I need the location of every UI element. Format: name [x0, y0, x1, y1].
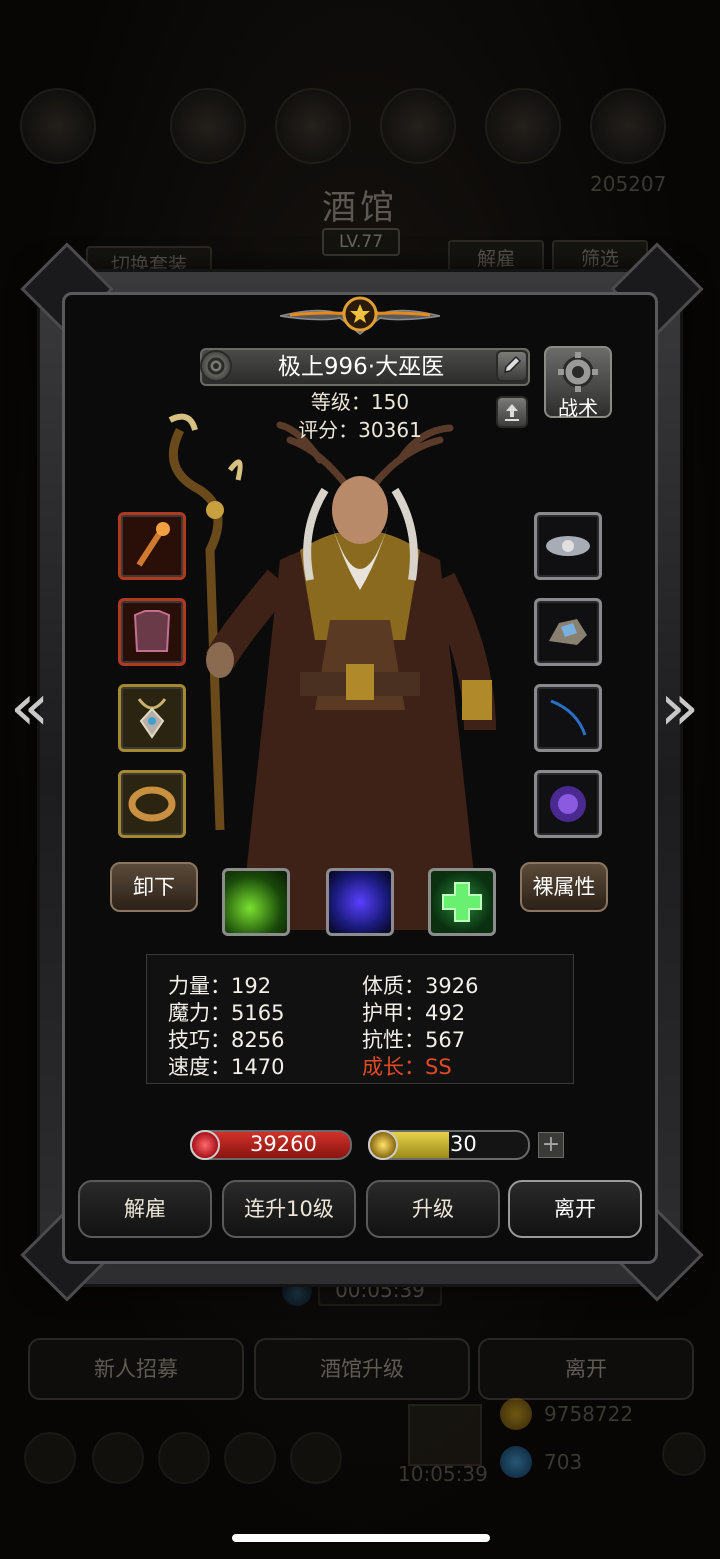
- settings-gear-icon[interactable]: [200, 350, 232, 382]
- equip-slot-weapon[interactable]: [118, 512, 186, 580]
- hero-score: 评分：30361: [298, 418, 422, 442]
- gold-amount: 9758722: [544, 1402, 634, 1426]
- menu-icon-4: [485, 88, 561, 164]
- stat-resist: 抗性：567: [362, 1028, 466, 1052]
- gem-amount: 703: [544, 1450, 583, 1474]
- bottom-nav-icon-4[interactable]: [224, 1432, 276, 1484]
- equip-slot-ring[interactable]: [118, 770, 186, 838]
- skill-blue-spirit-icon[interactable]: [326, 868, 394, 936]
- rename-edit-icon[interactable]: [496, 350, 528, 382]
- bottom-nav-icon-1[interactable]: [24, 1432, 76, 1484]
- dismiss-button[interactable]: 解雇: [78, 1180, 212, 1238]
- upgrade-tavern-button[interactable]: 酒馆升级: [254, 1338, 470, 1400]
- gift-timer: 10:05:39: [398, 1462, 488, 1486]
- staff-weapon-icon: [136, 522, 170, 567]
- menu-icon-1: [170, 88, 246, 164]
- skill-heal-cross-icon[interactable]: [428, 868, 496, 936]
- top-icon-row: [20, 88, 700, 168]
- stat-constitution: 体质：3926: [362, 974, 479, 998]
- equip-slot-accessory-1[interactable]: [534, 512, 602, 580]
- stat-strength: 力量：192: [168, 974, 272, 998]
- level-up-button[interactable]: 升级: [366, 1180, 500, 1238]
- bg-leave-button[interactable]: 离开: [478, 1338, 694, 1400]
- chest-armor-icon: [133, 610, 171, 652]
- level-up-10-button[interactable]: 连升10级: [222, 1180, 356, 1238]
- bottom-nav-icon-3[interactable]: [158, 1432, 210, 1484]
- top-coins: 205207: [590, 172, 667, 196]
- add-energy-plus-icon[interactable]: +: [538, 1132, 564, 1158]
- gift-icon[interactable]: [408, 1404, 482, 1466]
- add-icon[interactable]: [662, 1432, 706, 1476]
- gold-icon: [500, 1398, 532, 1430]
- stat-armor: 护甲：492: [362, 1001, 466, 1025]
- lightning-icon: [368, 1130, 398, 1160]
- stat-magic: 魔力：5165: [168, 1001, 285, 1025]
- unequip-button[interactable]: 卸下: [110, 862, 198, 912]
- tavern-level: LV.77: [322, 228, 400, 256]
- ring-icon: [128, 786, 176, 822]
- blue-thread-icon: [550, 699, 587, 736]
- dialog-emblem-icon: [280, 296, 440, 335]
- energy-value: 30: [450, 1132, 477, 1156]
- bottom-nav-icon-2[interactable]: [92, 1432, 144, 1484]
- hero-level: 等级：150: [310, 390, 410, 414]
- hero-name: 极上996·大巫医: [277, 354, 445, 380]
- amulet-icon: [137, 698, 167, 739]
- bottom-nav-icon-5[interactable]: [290, 1432, 342, 1484]
- avatar-icon: [20, 88, 96, 164]
- purple-gem-icon: [550, 786, 586, 822]
- stat-growth: 成长：SS: [362, 1055, 452, 1079]
- equip-slot-amulet[interactable]: [118, 684, 186, 752]
- menu-icon-5: [590, 88, 666, 164]
- stat-skill: 技巧：8256: [168, 1028, 285, 1052]
- leave-button[interactable]: 离开: [508, 1180, 642, 1238]
- menu-icon-3: [380, 88, 456, 164]
- recruit-button[interactable]: 新人招募: [28, 1338, 244, 1400]
- cloud-orb-icon: [546, 536, 590, 556]
- home-indicator: [232, 1534, 490, 1542]
- equip-slot-accessory-3[interactable]: [534, 684, 602, 752]
- menu-icon-2: [275, 88, 351, 164]
- equip-slot-accessory-2[interactable]: [534, 598, 602, 666]
- prev-hero-chevron-left-icon[interactable]: «: [10, 676, 49, 740]
- naked-attributes-button[interactable]: 裸属性: [520, 862, 608, 912]
- equip-slot-accessory-4[interactable]: [534, 770, 602, 838]
- gem-icon: [500, 1446, 532, 1478]
- tactics-gear-icon: [558, 352, 598, 392]
- next-hero-chevron-right-icon[interactable]: »: [660, 676, 699, 740]
- stat-speed: 速度：1470: [168, 1055, 285, 1079]
- crystal-rock-icon: [549, 619, 587, 645]
- equip-slot-armor[interactable]: [118, 598, 186, 666]
- skill-green-slash-icon[interactable]: [222, 868, 290, 936]
- tactics-label: 战术: [558, 396, 598, 420]
- hp-value: 39260: [250, 1132, 317, 1156]
- heart-icon: [190, 1130, 220, 1160]
